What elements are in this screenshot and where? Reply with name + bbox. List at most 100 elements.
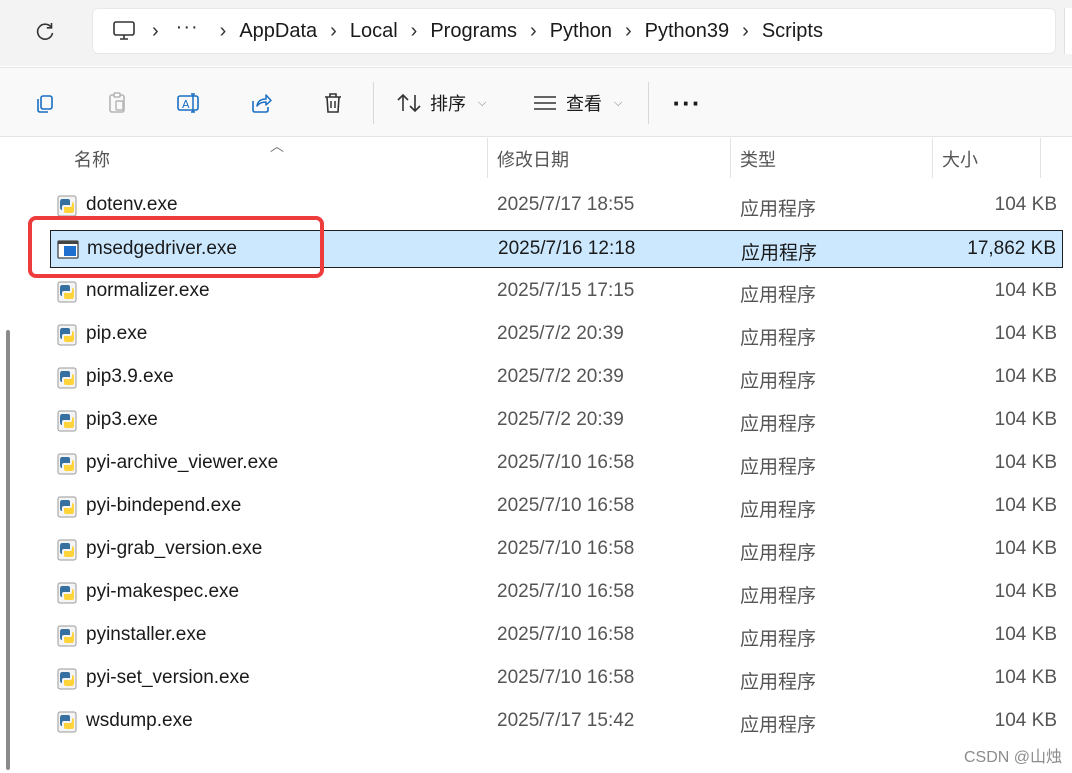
breadcrumb-item-python39[interactable]: Python39 <box>645 20 730 43</box>
python-exe-icon <box>56 710 78 734</box>
file-size: 104 KB <box>994 366 1057 387</box>
sort-icon <box>397 93 421 113</box>
file-date: 2025/7/17 18:55 <box>497 194 635 215</box>
file-date: 2025/7/2 20:39 <box>497 409 624 430</box>
column-divider[interactable] <box>487 138 488 178</box>
file-date: 2025/7/10 16:58 <box>497 538 635 559</box>
refresh-icon <box>36 23 54 40</box>
copy-icon <box>37 95 53 113</box>
file-type: 应用程序 <box>740 500 817 521</box>
column-divider[interactable] <box>1040 138 1041 178</box>
breadcrumb[interactable]: › ··· › AppData › Local › Programs › Pyt… <box>92 8 1056 54</box>
file-row[interactable]: pip.exe 2025/7/2 20:39 应用程序 104 KB <box>50 316 1063 354</box>
toolbar-divider <box>373 82 374 124</box>
rename-button[interactable]: A <box>166 80 212 126</box>
watermark: CSDN @山烛 <box>963 749 1062 766</box>
file-name: normalizer.exe <box>86 280 210 301</box>
this-pc-icon[interactable] <box>109 16 139 46</box>
share-icon <box>252 94 272 113</box>
file-row[interactable]: pyi-bindepend.exe 2025/7/10 16:58 应用程序 104 … <box>50 488 1063 526</box>
breadcrumb-separator[interactable]: › <box>330 20 337 43</box>
python-exe-icon <box>56 323 78 347</box>
python-exe-icon <box>56 280 78 304</box>
file-type: 应用程序 <box>740 371 817 392</box>
breadcrumb-separator[interactable]: › <box>625 20 632 43</box>
breadcrumb-separator[interactable]: › <box>220 20 227 43</box>
more-options-button[interactable]: ··· <box>664 80 710 126</box>
view-label: 查看 <box>566 94 602 114</box>
file-type: 应用程序 <box>740 715 817 736</box>
file-type: 应用程序 <box>740 414 817 435</box>
paste-icon <box>109 92 125 113</box>
column-divider[interactable] <box>932 138 933 178</box>
copy-button[interactable] <box>22 80 68 126</box>
sort-ascending-icon: ︿ <box>270 138 284 154</box>
search-box-edge[interactable] <box>1064 8 1072 54</box>
file-row[interactable]: pip3.9.exe 2025/7/2 20:39 应用程序 104 KB <box>50 359 1063 397</box>
file-date: 2025/7/10 16:58 <box>497 624 635 645</box>
file-date: 2025/7/17 15:42 <box>497 710 635 731</box>
breadcrumb-item-python[interactable]: Python <box>550 20 612 43</box>
file-date: 2025/7/16 12:18 <box>498 238 636 259</box>
column-header-size[interactable]: 大小 <box>942 146 978 172</box>
column-header-date[interactable]: 修改日期 <box>497 146 569 172</box>
file-row[interactable]: pyi-set_version.exe 2025/7/10 16:58 应用程序 10… <box>50 660 1063 698</box>
sort-menu-button[interactable]: 排序 ⌵ <box>390 80 492 126</box>
file-type: 应用程序 <box>740 328 817 349</box>
chevron-down-icon: ⌵ <box>614 96 623 109</box>
view-list-icon <box>534 96 556 110</box>
breadcrumb-separator[interactable]: › <box>411 20 418 43</box>
breadcrumb-separator[interactable]: › <box>152 20 159 43</box>
file-type: 应用程序 <box>740 457 817 478</box>
column-divider[interactable] <box>730 138 731 178</box>
file-date: 2025/7/10 16:58 <box>497 581 635 602</box>
file-name: pip3.9.exe <box>86 366 174 387</box>
file-row[interactable]: pip3.exe 2025/7/2 20:39 应用程序 104 KB <box>50 402 1063 440</box>
paste-button[interactable] <box>94 80 140 126</box>
file-row[interactable]: pyinstaller.exe 2025/7/10 16:58 应用程序 104 KB <box>50 617 1063 655</box>
file-name: pyi-grab_version.exe <box>86 538 263 559</box>
view-menu-button[interactable]: 查看 ⌵ <box>526 80 628 126</box>
file-date: 2025/7/2 20:39 <box>497 323 624 344</box>
file-row[interactable]: normalizer.exe 2025/7/15 17:15 应用程序 104 KB <box>50 273 1063 311</box>
file-size: 104 KB <box>994 624 1057 645</box>
file-type: 应用程序 <box>740 629 817 650</box>
breadcrumb-separator[interactable]: › <box>742 20 749 43</box>
vertical-scrollbar[interactable] <box>6 330 10 770</box>
column-header-type[interactable]: 类型 <box>740 146 776 172</box>
breadcrumb-item-scripts[interactable]: Scripts <box>762 20 823 43</box>
file-date: 2025/7/10 16:58 <box>497 452 635 473</box>
file-name: pip3.exe <box>86 409 158 430</box>
python-exe-icon <box>56 624 78 648</box>
breadcrumb-separator[interactable]: › <box>530 20 537 43</box>
trash-icon <box>325 93 341 113</box>
rename-icon: A <box>177 93 199 113</box>
file-size: 104 KB <box>994 538 1057 559</box>
delete-button[interactable] <box>310 80 356 126</box>
file-row[interactable]: pyi-archive_viewer.exe 2025/7/10 16:58 应用程… <box>50 445 1063 483</box>
file-type: 应用程序 <box>740 285 817 306</box>
file-size: 104 KB <box>994 495 1057 516</box>
share-button[interactable] <box>238 80 284 126</box>
column-header-name[interactable]: 名称 <box>74 146 110 172</box>
file-size: 104 KB <box>994 323 1057 344</box>
file-row[interactable]: pyi-makespec.exe 2025/7/10 16:58 应用程序 104 K… <box>50 574 1063 612</box>
breadcrumb-item-programs[interactable]: Programs <box>430 20 517 43</box>
breadcrumb-item-local[interactable]: Local <box>350 20 398 43</box>
breadcrumb-overflow[interactable]: ··· <box>176 16 199 39</box>
file-name: pyi-set_version.exe <box>86 667 250 688</box>
python-exe-icon <box>56 581 78 605</box>
address-bar-area: › ··· › AppData › Local › Programs › Pyt… <box>0 0 1072 66</box>
breadcrumb-item-appdata[interactable]: AppData <box>239 20 317 43</box>
file-type: 应用程序 <box>740 672 817 693</box>
file-size: 104 KB <box>994 409 1057 430</box>
file-name: pip.exe <box>86 323 148 344</box>
file-size: 104 KB <box>994 280 1057 301</box>
annotation-highlight <box>28 216 324 278</box>
refresh-button[interactable] <box>26 13 64 51</box>
python-exe-icon <box>56 495 78 519</box>
file-row[interactable]: wsdump.exe 2025/7/17 15:42 应用程序 104 KB <box>50 703 1063 741</box>
chevron-down-icon: ⌵ <box>478 96 487 109</box>
python-exe-icon <box>56 366 78 390</box>
file-row[interactable]: pyi-grab_version.exe 2025/7/10 16:58 应用程序 1… <box>50 531 1063 569</box>
